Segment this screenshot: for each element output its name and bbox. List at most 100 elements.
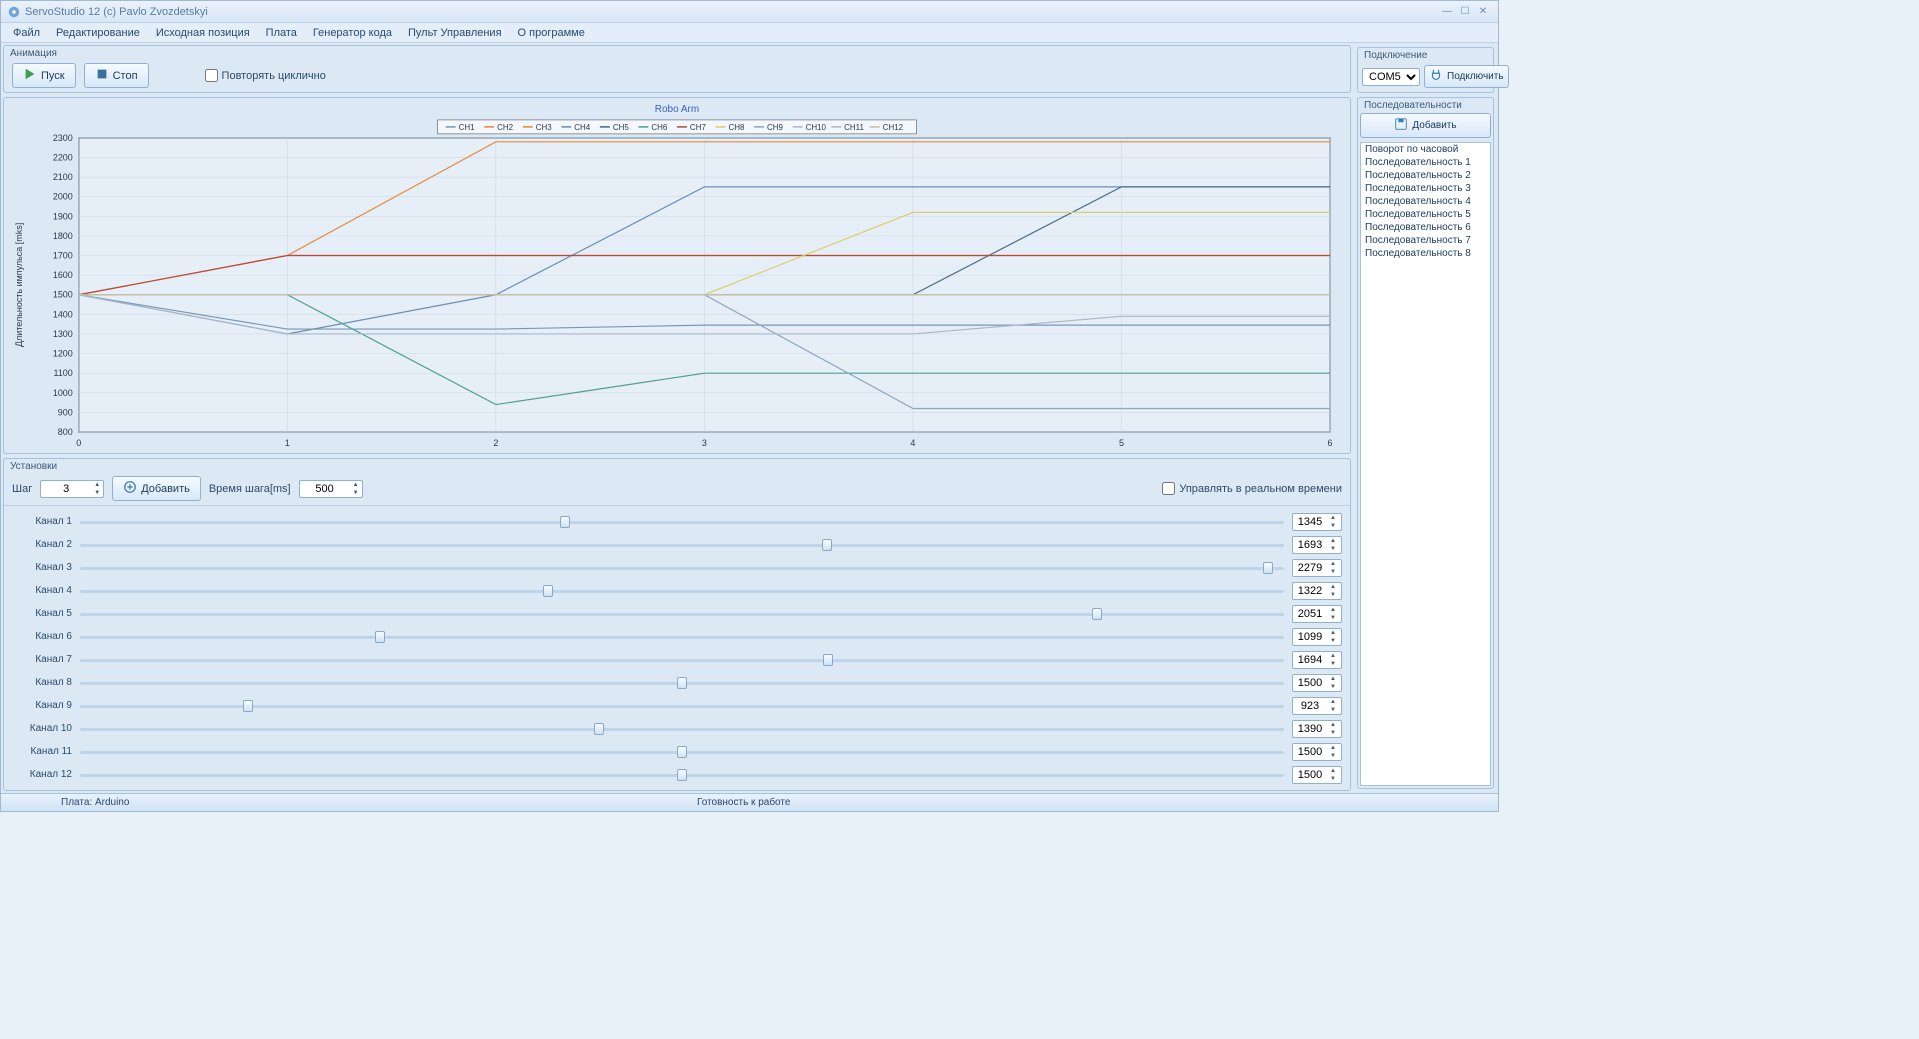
step-time-down[interactable]: ▼: [350, 489, 362, 497]
ch-down[interactable]: ▼: [1327, 660, 1339, 668]
ch-down[interactable]: ▼: [1327, 683, 1339, 691]
step-time-up[interactable]: ▲: [350, 481, 362, 489]
channel-value-spinner[interactable]: ▲▼: [1292, 766, 1342, 784]
slider-thumb[interactable]: [1263, 562, 1273, 574]
ch-up[interactable]: ▲: [1327, 767, 1339, 775]
slider-thumb[interactable]: [823, 654, 833, 666]
ch-down[interactable]: ▼: [1327, 591, 1339, 599]
sequence-item[interactable]: Последовательность 1: [1361, 156, 1490, 169]
slider-thumb[interactable]: [677, 677, 687, 689]
ch-down[interactable]: ▼: [1327, 637, 1339, 645]
channel-slider[interactable]: [80, 676, 1284, 690]
channel-slider[interactable]: [80, 653, 1284, 667]
channel-value-spinner[interactable]: ▲▼: [1292, 559, 1342, 577]
channel-value-spinner[interactable]: ▲▼: [1292, 743, 1342, 761]
sequence-item[interactable]: Последовательность 7: [1361, 234, 1490, 247]
slider-thumb[interactable]: [594, 723, 604, 735]
sequence-list[interactable]: Поворот по часовойПоследовательность 1По…: [1360, 142, 1491, 786]
channel-value-input[interactable]: [1293, 608, 1327, 620]
ch-down[interactable]: ▼: [1327, 614, 1339, 622]
channel-value-spinner[interactable]: ▲▼: [1292, 605, 1342, 623]
sequence-item[interactable]: Последовательность 8: [1361, 247, 1490, 260]
channel-value-spinner[interactable]: ▲▼: [1292, 674, 1342, 692]
ch-down[interactable]: ▼: [1327, 545, 1339, 553]
step-time-spinner[interactable]: ▲▼: [299, 480, 363, 498]
sequence-item[interactable]: Последовательность 4: [1361, 195, 1490, 208]
slider-thumb[interactable]: [822, 539, 832, 551]
channel-value-input[interactable]: [1293, 631, 1327, 643]
slider-thumb[interactable]: [543, 585, 553, 597]
slider-thumb[interactable]: [1092, 608, 1102, 620]
minimize-button[interactable]: —: [1438, 5, 1456, 19]
slider-thumb[interactable]: [243, 700, 253, 712]
stop-button[interactable]: Стоп: [84, 63, 149, 88]
menu-3[interactable]: Плата: [258, 25, 305, 41]
ch-down[interactable]: ▼: [1327, 729, 1339, 737]
menu-6[interactable]: О программе: [510, 25, 593, 41]
slider-thumb[interactable]: [375, 631, 385, 643]
ch-down[interactable]: ▼: [1327, 568, 1339, 576]
channel-value-input[interactable]: [1293, 723, 1327, 735]
port-select[interactable]: COM1COM2COM3COM4COM5: [1362, 68, 1420, 86]
ch-up[interactable]: ▲: [1327, 537, 1339, 545]
step-up[interactable]: ▲: [91, 481, 103, 489]
slider-thumb[interactable]: [560, 516, 570, 528]
channel-value-input[interactable]: [1293, 654, 1327, 666]
ch-down[interactable]: ▼: [1327, 522, 1339, 530]
step-down[interactable]: ▼: [91, 489, 103, 497]
realtime-checkbox-input[interactable]: [1162, 482, 1175, 495]
channel-value-input[interactable]: [1293, 769, 1327, 781]
sequence-item[interactable]: Последовательность 2: [1361, 169, 1490, 182]
channel-value-input[interactable]: [1293, 516, 1327, 528]
channel-value-input[interactable]: [1293, 700, 1327, 712]
step-time-input[interactable]: [300, 483, 350, 495]
slider-thumb[interactable]: [677, 769, 687, 781]
step-input[interactable]: [41, 483, 91, 495]
loop-checkbox[interactable]: Повторять циклично: [205, 69, 326, 82]
channel-slider[interactable]: [80, 538, 1284, 552]
channel-value-input[interactable]: [1293, 539, 1327, 551]
close-button[interactable]: ✕: [1474, 5, 1492, 19]
channel-value-input[interactable]: [1293, 746, 1327, 758]
channel-slider[interactable]: [80, 768, 1284, 782]
ch-down[interactable]: ▼: [1327, 706, 1339, 714]
channel-slider[interactable]: [80, 630, 1284, 644]
ch-up[interactable]: ▲: [1327, 744, 1339, 752]
menu-4[interactable]: Генератор кода: [305, 25, 400, 41]
add-step-button[interactable]: Добавить: [112, 476, 201, 501]
ch-up[interactable]: ▲: [1327, 629, 1339, 637]
channel-slider[interactable]: [80, 515, 1284, 529]
channel-value-spinner[interactable]: ▲▼: [1292, 582, 1342, 600]
sequence-item[interactable]: Последовательность 6: [1361, 221, 1490, 234]
ch-up[interactable]: ▲: [1327, 514, 1339, 522]
channel-value-spinner[interactable]: ▲▼: [1292, 697, 1342, 715]
sequence-item[interactable]: Последовательность 5: [1361, 208, 1490, 221]
ch-up[interactable]: ▲: [1327, 698, 1339, 706]
play-button[interactable]: Пуск: [12, 63, 76, 88]
channel-slider[interactable]: [80, 722, 1284, 736]
connect-button[interactable]: Подключить: [1424, 65, 1509, 88]
channel-value-spinner[interactable]: ▲▼: [1292, 536, 1342, 554]
ch-up[interactable]: ▲: [1327, 606, 1339, 614]
channel-slider[interactable]: [80, 584, 1284, 598]
menu-1[interactable]: Редактирование: [48, 25, 148, 41]
channel-slider[interactable]: [80, 745, 1284, 759]
sequence-item[interactable]: Последовательность 3: [1361, 182, 1490, 195]
ch-up[interactable]: ▲: [1327, 675, 1339, 683]
ch-up[interactable]: ▲: [1327, 583, 1339, 591]
channel-slider[interactable]: [80, 699, 1284, 713]
loop-checkbox-input[interactable]: [205, 69, 218, 82]
ch-down[interactable]: ▼: [1327, 775, 1339, 783]
channel-value-spinner[interactable]: ▲▼: [1292, 720, 1342, 738]
channel-value-spinner[interactable]: ▲▼: [1292, 651, 1342, 669]
slider-thumb[interactable]: [677, 746, 687, 758]
ch-up[interactable]: ▲: [1327, 560, 1339, 568]
step-spinner[interactable]: ▲▼: [40, 480, 104, 498]
add-sequence-button[interactable]: Добавить: [1360, 113, 1491, 138]
ch-up[interactable]: ▲: [1327, 721, 1339, 729]
ch-up[interactable]: ▲: [1327, 652, 1339, 660]
channel-value-input[interactable]: [1293, 585, 1327, 597]
ch-down[interactable]: ▼: [1327, 752, 1339, 760]
channel-value-input[interactable]: [1293, 677, 1327, 689]
menu-2[interactable]: Исходная позиция: [148, 25, 258, 41]
